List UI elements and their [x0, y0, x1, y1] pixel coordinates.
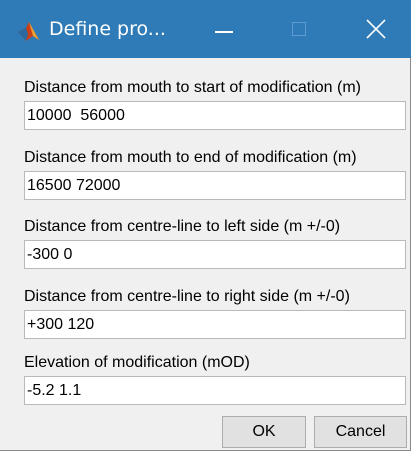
cancel-button[interactable]: Cancel [314, 416, 407, 448]
elevation-label: Elevation of modification (mOD) [24, 354, 250, 371]
end-distance-input[interactable] [24, 171, 406, 200]
dialog-window: Define pro... Distance from mouth to sta… [0, 0, 411, 451]
minimize-button[interactable] [201, 0, 247, 58]
elevation-input[interactable] [24, 376, 406, 405]
right-side-input[interactable] [24, 310, 406, 339]
matlab-icon [18, 22, 39, 41]
left-side-input[interactable] [24, 240, 406, 269]
maximize-button[interactable] [276, 0, 322, 58]
right-side-label: Distance from centre-line to right side … [24, 288, 350, 305]
start-distance-label: Distance from mouth to start of modifica… [24, 79, 361, 96]
close-button[interactable] [353, 0, 399, 58]
left-side-label: Distance from centre-line to left side (… [24, 218, 341, 235]
close-icon [366, 19, 386, 39]
maximize-icon [292, 22, 306, 36]
title-bar[interactable]: Define pro... [0, 0, 411, 58]
end-distance-label: Distance from mouth to end of modificati… [24, 149, 357, 166]
minimize-icon [215, 31, 233, 33]
window-title: Define pro... [49, 18, 166, 40]
ok-button[interactable]: OK [222, 416, 306, 448]
start-distance-input[interactable] [24, 101, 406, 130]
